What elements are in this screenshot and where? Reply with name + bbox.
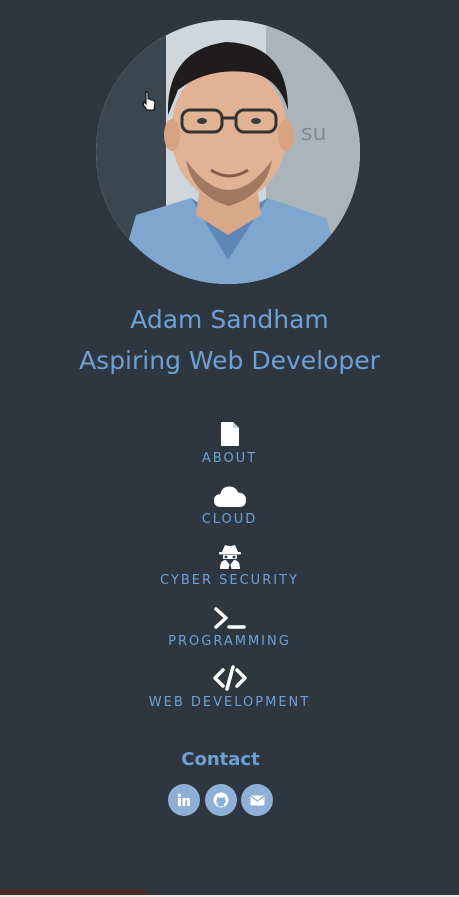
nav-cloud-label: CLOUD	[201, 512, 258, 527]
nav-programming-label: PROGRAMMING	[168, 634, 291, 649]
contact-title: Contact	[181, 749, 260, 770]
nav-web-development[interactable]: WEB DEVELOPMENT	[0, 665, 459, 710]
code-icon	[212, 665, 247, 691]
nav-cloud[interactable]: CLOUD	[0, 484, 459, 527]
nav-about[interactable]: ABOUT	[0, 421, 459, 466]
cloud-icon	[213, 486, 246, 507]
profile-photo-image: su	[96, 20, 360, 284]
spy-icon	[218, 545, 241, 569]
terminal-icon	[213, 607, 246, 629]
svg-text:su: su	[301, 121, 326, 146]
email-icon	[250, 795, 264, 805]
mouse-pointer-icon	[142, 91, 156, 111]
github-icon	[213, 792, 229, 808]
nav-cyber-security-label: CYBER SECURITY	[160, 573, 299, 588]
nav-about-label: ABOUT	[201, 451, 258, 466]
nav-programming[interactable]: PROGRAMMING	[0, 606, 459, 649]
file-icon	[220, 422, 239, 446]
nav-web-development-label: WEB DEVELOPMENT	[148, 695, 311, 710]
linkedin-icon	[177, 793, 190, 806]
github-button[interactable]	[205, 784, 237, 816]
linkedin-button[interactable]	[168, 784, 200, 816]
profile-role: Aspiring Web Developer	[79, 346, 380, 375]
nav-cyber-security[interactable]: CYBER SECURITY	[0, 543, 459, 588]
profile-photo: su	[96, 20, 360, 284]
email-button[interactable]	[241, 784, 273, 816]
profile-name: Adam Sandham	[130, 305, 329, 334]
